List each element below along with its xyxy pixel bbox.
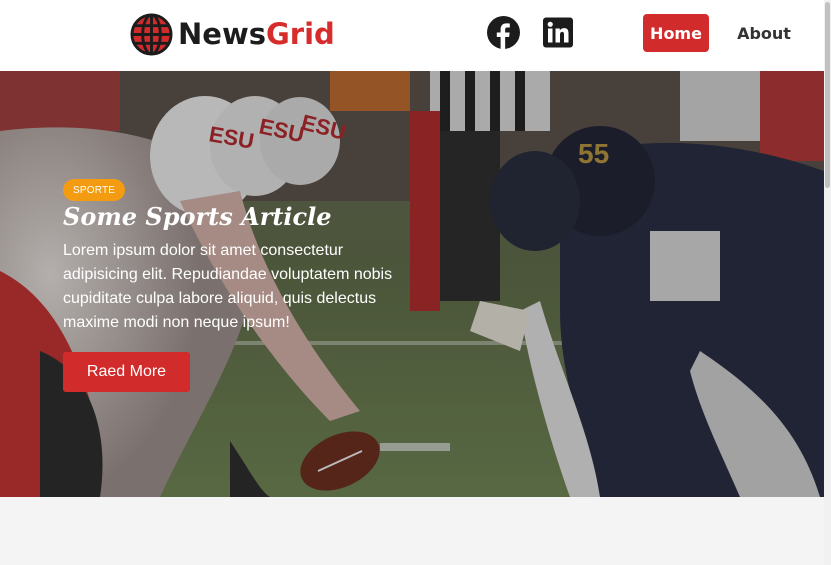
hero-banner: ESU ESU ESU 55 SPORTE Some Sports Article L…: [0, 71, 824, 497]
brand-news: News: [178, 16, 266, 51]
globe-icon: [130, 12, 173, 56]
page: NewsGrid Home About ESU ESU ESU 55 SPORT…: [0, 0, 831, 565]
linkedin-icon[interactable]: [543, 16, 573, 49]
brand-name: NewsGrid: [178, 16, 335, 51]
read-more-button[interactable]: Raed More: [63, 352, 190, 392]
nav-about-link[interactable]: About: [730, 14, 798, 52]
brand-grid: Grid: [266, 16, 335, 51]
article-excerpt: Lorem ipsum dolor sit amet consectetur a…: [63, 242, 393, 331]
facebook-icon[interactable]: [487, 16, 520, 49]
nav-home-link[interactable]: Home: [643, 14, 709, 52]
category-badge[interactable]: SPORTE: [63, 179, 126, 201]
logo[interactable]: NewsGrid: [130, 12, 335, 56]
site-header: NewsGrid Home About: [0, 0, 824, 71]
scrollbar-thumb[interactable]: [825, 2, 830, 188]
article-title: Some Sports Article: [63, 202, 332, 231]
